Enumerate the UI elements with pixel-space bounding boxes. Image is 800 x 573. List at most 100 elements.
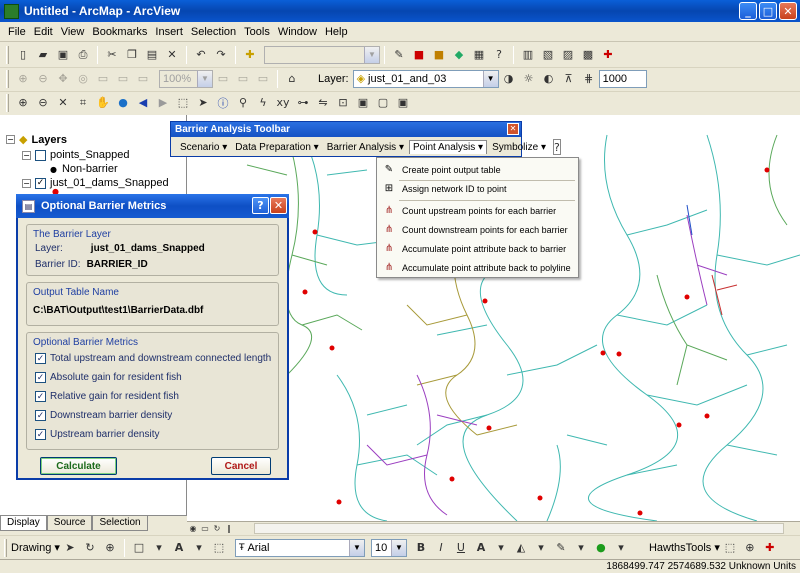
- arccatalog-icon[interactable]: ■: [431, 47, 447, 63]
- refresh-icon[interactable]: ↻: [212, 524, 222, 534]
- toolbar-grip[interactable]: [4, 538, 7, 557]
- help-icon[interactable]: ?: [553, 139, 561, 155]
- hawths-zoom-icon[interactable]: ⊕: [742, 540, 758, 556]
- menu-selection[interactable]: Selection: [187, 26, 240, 38]
- edit-vertices-icon[interactable]: ⬚: [211, 540, 227, 556]
- pause-icon[interactable]: ‖: [224, 524, 234, 534]
- toc-root[interactable]: − ◆ Layers: [6, 133, 67, 146]
- cancel-button[interactable]: Cancel: [211, 457, 271, 475]
- toolbar-grip[interactable]: [6, 45, 9, 64]
- menu-view[interactable]: View: [57, 26, 89, 38]
- find-icon[interactable]: ⚲: [235, 95, 251, 111]
- cut-icon[interactable]: ✂: [104, 47, 120, 63]
- magnifier-icon[interactable]: ▣: [395, 95, 411, 111]
- menu-window[interactable]: Window: [274, 26, 321, 38]
- print-icon[interactable]: ⎙: [75, 47, 91, 63]
- bat-title-bar[interactable]: Barrier Analysis Toolbar ✕: [171, 122, 521, 137]
- tab-source[interactable]: Source: [46, 516, 93, 531]
- rotate-icon[interactable]: ↻: [82, 540, 98, 556]
- paste-icon[interactable]: ▤: [144, 47, 160, 63]
- dialog-close-button[interactable]: ✕: [270, 197, 287, 214]
- tool-a-icon[interactable]: ▥: [520, 47, 536, 63]
- flicker-icon[interactable]: ⋕: [581, 71, 597, 87]
- toc-layer-points[interactable]: − points_Snapped: [22, 149, 130, 161]
- model-builder-icon[interactable]: ◆: [451, 47, 467, 63]
- overview-icon[interactable]: ▢: [375, 95, 391, 111]
- checkbox[interactable]: ✓: [35, 429, 46, 440]
- close-button[interactable]: ✕: [779, 2, 797, 20]
- fixed-zoom-in-icon[interactable]: ✕: [55, 95, 71, 111]
- tab-display[interactable]: Display: [0, 516, 47, 531]
- zoom-out-icon[interactable]: ⊖: [35, 95, 51, 111]
- maximize-button[interactable]: □: [759, 2, 777, 20]
- menu-insert[interactable]: Insert: [151, 26, 187, 38]
- dialog-help-button[interactable]: ?: [252, 197, 269, 214]
- forward-arrow-icon[interactable]: ▶: [155, 95, 171, 111]
- calculate-button[interactable]: Calculate: [40, 457, 117, 475]
- xy-icon[interactable]: xy: [275, 95, 291, 111]
- menu-tools[interactable]: Tools: [240, 26, 274, 38]
- data-view-icon[interactable]: ◉: [188, 524, 198, 534]
- menu-file[interactable]: File: [4, 26, 30, 38]
- menu-item-count-upstream[interactable]: ⋔ Count upstream points for each barrier: [377, 201, 578, 220]
- font-color-icon[interactable]: A: [473, 540, 489, 556]
- fill-color-icon[interactable]: ◭: [513, 540, 529, 556]
- add-data-icon[interactable]: ✚: [242, 47, 258, 63]
- menu-bookmarks[interactable]: Bookmarks: [88, 26, 151, 38]
- tab-selection[interactable]: Selection: [92, 516, 148, 531]
- tool-d-icon[interactable]: ▩: [580, 47, 596, 63]
- collapse-icon[interactable]: −: [22, 150, 31, 160]
- rectangle-icon[interactable]: □: [131, 540, 147, 556]
- italic-button[interactable]: I: [433, 540, 449, 556]
- select-pointer-icon[interactable]: ➤: [62, 540, 78, 556]
- contrast-icon[interactable]: ◑: [501, 71, 517, 87]
- checkbox[interactable]: ✓: [35, 353, 46, 364]
- collapse-icon[interactable]: −: [6, 135, 15, 144]
- bat-menu-scenario[interactable]: Scenario ▾: [177, 141, 230, 154]
- tool-b-icon[interactable]: ▧: [540, 47, 556, 63]
- checkbox[interactable]: ✓: [35, 410, 46, 421]
- menu-item-count-downstream[interactable]: ⋔ Count downstream points for each barri…: [377, 220, 578, 239]
- underline-button[interactable]: U: [453, 540, 469, 556]
- select-features-icon[interactable]: ⬚: [175, 95, 191, 111]
- identify-icon[interactable]: ⓘ: [215, 95, 231, 111]
- save-icon[interactable]: ▣: [55, 47, 71, 63]
- metric-absolute-gain[interactable]: ✓ Absolute gain for resident fish: [35, 372, 182, 383]
- measure-icon[interactable]: ⊶: [295, 95, 311, 111]
- chevron-down-icon[interactable]: ▾: [191, 540, 207, 556]
- toolbar-grip[interactable]: [6, 93, 9, 112]
- route-icon[interactable]: ⇋: [315, 95, 331, 111]
- menu-item-assign-network-id[interactable]: ⊞ Assign network ID to point: [377, 179, 578, 198]
- chevron-down-icon[interactable]: ▾: [613, 540, 629, 556]
- collapse-icon[interactable]: −: [22, 178, 31, 188]
- bat-menu-symbolize[interactable]: Symbolize ▾: [489, 141, 549, 154]
- tool-e-icon[interactable]: ✚: [600, 47, 616, 63]
- metric-total-length[interactable]: ✓ Total upstream and downstream connected…: [35, 353, 271, 364]
- time-slider-icon[interactable]: ⊡: [335, 95, 351, 111]
- open-folder-icon[interactable]: ▰: [35, 47, 51, 63]
- bold-button[interactable]: B: [413, 540, 429, 556]
- marker-color-icon[interactable]: ●: [593, 540, 609, 556]
- tool-c-icon[interactable]: ▨: [560, 47, 576, 63]
- layer-visibility-checkbox[interactable]: ✓: [35, 177, 46, 189]
- metric-downstream-density[interactable]: ✓ Downstream barrier density: [35, 410, 172, 421]
- select-elements-icon[interactable]: ➤: [195, 95, 211, 111]
- toolbar-grip[interactable]: [6, 69, 9, 88]
- bat-menu-point-analysis[interactable]: Point Analysis ▾: [408, 140, 488, 154]
- new-document-icon[interactable]: ▯: [15, 47, 31, 63]
- chevron-down-icon[interactable]: ▾: [573, 540, 589, 556]
- toc-layer-dams[interactable]: − ✓ just_01_dams_Snapped: [22, 177, 169, 189]
- scale-combo[interactable]: 1000: [598, 69, 647, 88]
- menu-help[interactable]: Help: [321, 26, 352, 38]
- bat-menu-barrier-analysis[interactable]: Barrier Analysis ▾: [324, 141, 407, 154]
- horizontal-scrollbar[interactable]: [254, 523, 784, 534]
- delete-icon[interactable]: ✕: [164, 47, 180, 63]
- checkbox[interactable]: ✓: [35, 391, 46, 402]
- chevron-down-icon[interactable]: ▾: [151, 540, 167, 556]
- menu-item-accumulate-to-barrier[interactable]: ⋔ Accumulate point attribute back to bar…: [377, 239, 578, 258]
- font-size-combo[interactable]: 10 ▼: [370, 538, 407, 557]
- hawths-tools-menu[interactable]: HawthsTools ▾: [649, 541, 720, 554]
- whats-this-icon[interactable]: ?: [491, 47, 507, 63]
- text-icon[interactable]: A: [171, 540, 187, 556]
- zoom-in-icon[interactable]: ⊕: [15, 95, 31, 111]
